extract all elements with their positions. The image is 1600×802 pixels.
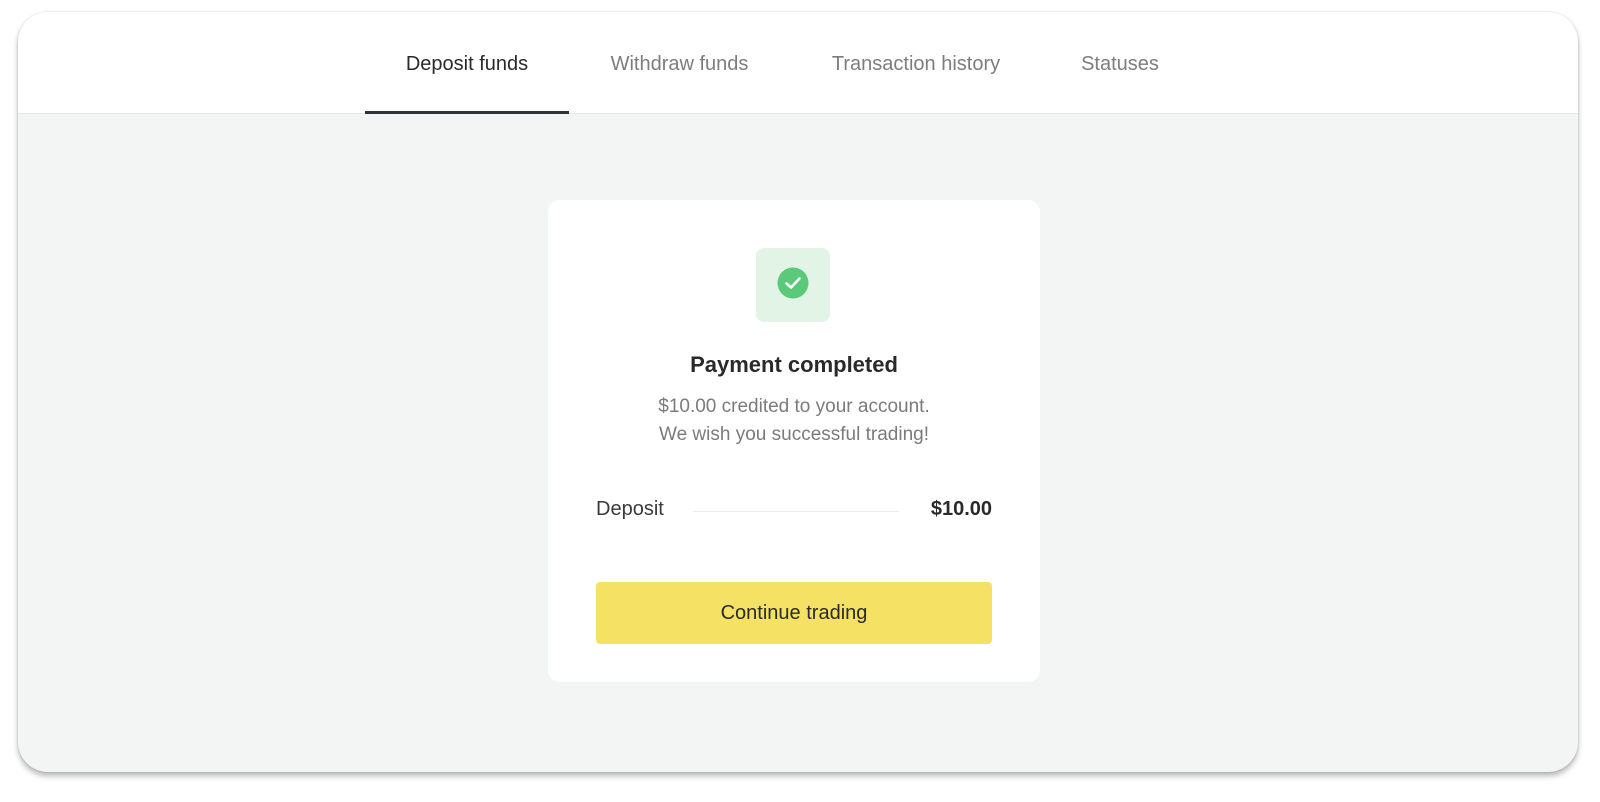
deposit-divider [693,511,899,512]
credit-message: $10.00 credited to your account. [658,396,930,417]
tab-transaction-history[interactable]: Transaction history [818,12,1014,113]
tab-deposit-funds[interactable]: Deposit funds [365,12,569,114]
tab-statuses[interactable]: Statuses [1070,12,1170,113]
app-window: Deposit funds Withdraw funds Transaction… [18,12,1578,772]
deposit-label: Deposit [596,498,664,520]
wish-message: We wish you successful trading! [659,424,929,445]
continue-trading-button[interactable]: Continue trading [596,582,992,644]
check-circle-icon [777,267,809,299]
deposit-amount: $10.00 [930,498,992,520]
payment-title: Payment completed [690,352,898,377]
tab-withdraw-funds[interactable]: Withdraw funds [598,12,761,113]
deposit-row: Deposit $10.00 [596,498,992,524]
tab-bar: Deposit funds Withdraw funds Transaction… [18,12,1578,114]
status-badge [756,248,830,322]
payment-result-card: Payment completed $10.00 credited to you… [548,200,1040,682]
